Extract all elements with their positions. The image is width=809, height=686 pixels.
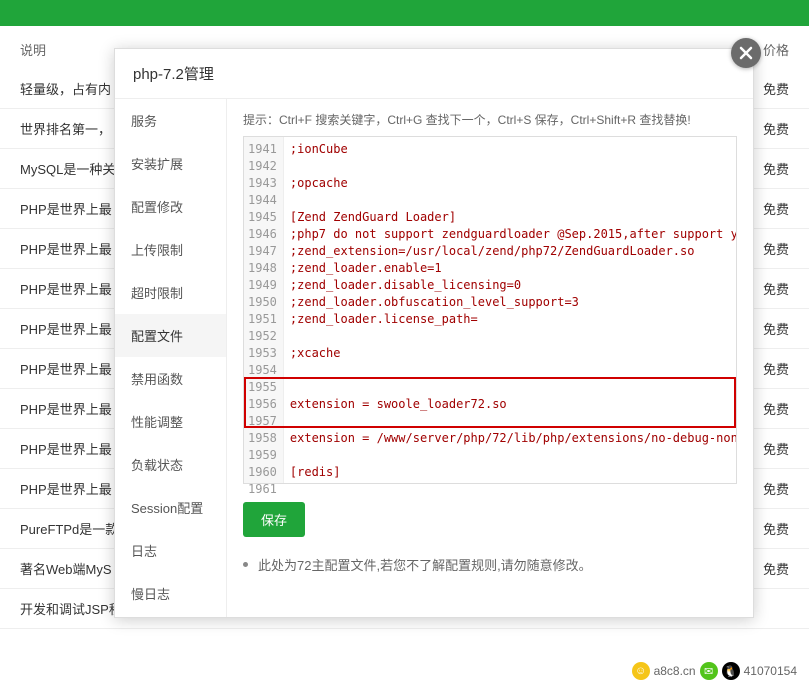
sidebar-item[interactable]: 性能调整 [115,400,226,443]
row-price: 免费 [763,199,789,218]
row-price: 免费 [763,479,789,498]
row-desc: PHP是世界上最 [20,199,112,218]
close-icon [739,46,753,60]
sidebar-item[interactable]: Session配置 [115,486,226,529]
sidebar-item[interactable]: 禁用函数 [115,357,226,400]
sidebar-item[interactable]: 慢日志 [115,572,226,615]
sidebar-item[interactable]: 负载状态 [115,443,226,486]
config-note: 此处为72主配置文件,若您不了解配置规则,请勿随意修改。 [243,555,737,574]
php-manage-modal: php-7.2管理 服务安装扩展配置修改上传限制超时限制配置文件禁用函数性能调整… [114,48,754,618]
sidebar-item[interactable]: 服务 [115,99,226,142]
background-header-bar [0,0,809,26]
row-desc: PHP是世界上最 [20,319,112,338]
sidebar-item[interactable]: 上传限制 [115,228,226,271]
row-desc: PHP是世界上最 [20,239,112,258]
modal-title: php-7.2管理 [115,49,753,99]
wechat-icon: ✉ [700,662,718,680]
row-desc: MySQL是一种关 [20,159,115,178]
editor-gutter: 1941194219431944194519461947194819491950… [244,137,284,483]
sidebar-item[interactable]: 超时限制 [115,271,226,314]
row-price: 免费 [763,439,789,458]
row-desc: PHP是世界上最 [20,399,112,418]
row-desc: PHP是世界上最 [20,279,112,298]
row-price: 免费 [763,399,789,418]
config-editor[interactable]: 1941194219431944194519461947194819491950… [243,136,737,484]
row-price: 免费 [763,359,789,378]
row-desc: PHP是世界上最 [20,439,112,458]
modal-content: 提示：Ctrl+F 搜索关键字，Ctrl+G 查找下一个，Ctrl+S 保存，C… [227,99,753,617]
row-price: 免费 [763,279,789,298]
sidebar-item[interactable]: 配置文件 [115,314,226,357]
footer-qq: 41070154 [744,664,797,678]
editor-hint: 提示：Ctrl+F 搜索关键字，Ctrl+G 查找下一个，Ctrl+S 保存，C… [243,111,737,128]
row-desc: PureFTPd是一款 [20,519,118,538]
bullet-icon [243,562,248,567]
row-desc: PHP是世界上最 [20,359,112,378]
row-desc: 世界排名第一， [20,119,111,138]
save-button[interactable]: 保存 [243,502,305,537]
note-text: 此处为72主配置文件,若您不了解配置规则,请勿随意修改。 [258,555,592,574]
col-desc: 说明 [20,40,46,59]
sidebar-item[interactable]: 安装扩展 [115,142,226,185]
footer-site: a8c8.cn [654,664,696,678]
row-price: 免费 [763,239,789,258]
row-price: 免费 [763,119,789,138]
row-price: 免费 [763,319,789,338]
row-desc: PHP是世界上最 [20,479,112,498]
sidebar-item[interactable]: 日志 [115,529,226,572]
row-price: 免费 [763,519,789,538]
footer-badges: ☺ a8c8.cn ✉ 🐧 41070154 [632,662,797,680]
row-desc: 著名Web端MyS [20,559,112,578]
badge-icon: ☺ [632,662,650,680]
sidebar-item[interactable]: 配置修改 [115,185,226,228]
row-price: 免费 [763,79,789,98]
editor-code[interactable]: ;ionCube;opcache[Zend ZendGuard Loader];… [284,137,736,483]
row-price: 免费 [763,559,789,578]
col-price: 价格 [763,40,789,59]
sidebar-item[interactable]: phpinfo [115,615,226,617]
close-button[interactable] [731,38,761,68]
modal-sidebar: 服务安装扩展配置修改上传限制超时限制配置文件禁用函数性能调整负载状态Sessio… [115,99,227,617]
qq-icon: 🐧 [722,662,740,680]
row-price: 免费 [763,159,789,178]
row-desc: 轻量级，占有内 [20,79,111,98]
